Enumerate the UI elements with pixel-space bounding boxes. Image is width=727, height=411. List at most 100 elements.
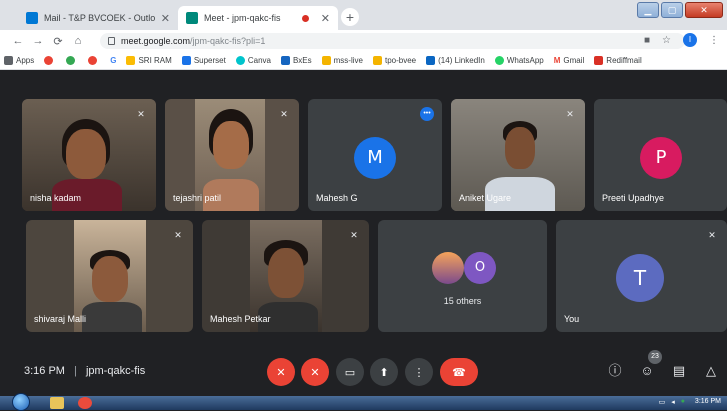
bookmark-whatsapp[interactable]: WhatsApp xyxy=(494,56,544,65)
whatsapp-icon xyxy=(494,56,504,65)
bookmark-label: (14) LinkedIn xyxy=(438,56,485,65)
others-tile[interactable]: O 15 others xyxy=(378,220,547,332)
bookmark-tpo-bvee[interactable]: tpo-bvee xyxy=(372,56,417,65)
grid-icon xyxy=(372,56,382,65)
new-tab-button[interactable]: + xyxy=(341,8,359,26)
bookmark-item[interactable] xyxy=(88,56,100,65)
address-bar[interactable]: meet.google.com /jpm-qakc-fis?pli=1 xyxy=(100,33,685,49)
mic-off-icon: ✕ xyxy=(280,109,288,119)
bookmark-bxes[interactable]: BxEs xyxy=(280,56,312,65)
bookmark-label: tpo-bvee xyxy=(384,56,417,65)
url-host: meet.google.com xyxy=(121,36,191,46)
canva-icon xyxy=(235,56,245,65)
separator: | xyxy=(74,365,77,377)
home-icon[interactable]: ⌂ xyxy=(68,35,88,47)
camera-off-icon: ✕ xyxy=(310,366,320,379)
captions-button[interactable]: ▭ xyxy=(336,358,364,386)
bookmark-sri-ram[interactable]: SRI RAM xyxy=(126,56,172,65)
mic-off-icon: ✕ xyxy=(174,230,182,240)
superset-icon xyxy=(181,56,191,65)
close-tab-icon[interactable]: ✕ xyxy=(321,12,330,25)
tab-meet[interactable]: Meet - jpm-qakc-fis ✕ xyxy=(178,6,338,30)
grid-icon xyxy=(321,56,331,65)
sri-ram-icon xyxy=(126,56,136,65)
chat-icon[interactable]: ▤ xyxy=(670,362,688,380)
camera-indicator-icon[interactable]: ■ xyxy=(644,35,650,46)
menu-icon[interactable]: ⋮ xyxy=(709,35,719,46)
participant-tile[interactable]: P Preeti Upadhye xyxy=(594,99,727,211)
speaking-indicator-icon: ••• xyxy=(420,107,434,121)
mic-toggle-button[interactable]: ✕ xyxy=(267,358,295,386)
meeting-code: jpm-qakc-fis xyxy=(85,365,146,377)
participant-tile[interactable]: ✕ tejashri patil xyxy=(165,99,299,211)
bookmark-star-icon[interactable]: ☆ xyxy=(662,35,671,46)
more-options-button[interactable]: ⋮ xyxy=(405,358,433,386)
minimize-button[interactable]: ▁ xyxy=(637,2,659,18)
bookmark-label: BxEs xyxy=(292,56,312,65)
start-button[interactable] xyxy=(12,393,30,411)
bookmark-item[interactable] xyxy=(66,56,78,65)
others-avatar: O xyxy=(464,252,496,284)
bookmark-apps[interactable]: Apps xyxy=(4,56,34,65)
info-icon[interactable]: ⓘ xyxy=(606,362,624,380)
leave-call-button[interactable]: ☎ xyxy=(440,358,478,386)
network-icon[interactable]: ▭ xyxy=(659,398,666,406)
os-taskbar: ▭ ◂ ● 3:16 PM xyxy=(0,393,727,411)
bookmark-gmail[interactable]: M Gmail xyxy=(554,56,585,65)
present-screen-icon: ⬆ xyxy=(379,366,389,379)
bookmark-icon xyxy=(88,56,98,65)
volume-icon[interactable]: ◂ xyxy=(671,398,675,406)
participant-body xyxy=(82,302,142,332)
explorer-taskbar-icon[interactable] xyxy=(50,397,64,409)
participant-tile[interactable]: ✕ Aniket Ugare xyxy=(451,99,585,211)
present-button[interactable]: ⬆ xyxy=(370,358,398,386)
participant-face xyxy=(92,256,128,302)
recording-dot-icon xyxy=(301,14,309,22)
participant-name: Mahesh Petkar xyxy=(210,314,271,324)
participant-name: nisha kadam xyxy=(30,193,82,203)
participant-tile[interactable]: ✕ Mahesh Petkar xyxy=(202,220,369,332)
bookmark-icon xyxy=(44,56,54,65)
meet-icon xyxy=(186,12,198,24)
reload-icon[interactable]: ⟳ xyxy=(48,35,68,48)
participant-tile[interactable]: M ••• Mahesh G xyxy=(308,99,442,211)
close-tab-icon[interactable]: ✕ xyxy=(161,12,170,25)
bookmark-rediffmail[interactable]: Rediffmail xyxy=(594,56,642,65)
close-window-button[interactable]: ✕ xyxy=(685,2,723,18)
participant-tile[interactable]: ✕ nisha kadam xyxy=(22,99,156,211)
participant-name: shivaraj Malli xyxy=(34,314,87,324)
activities-icon[interactable]: △ xyxy=(702,362,720,380)
forward-icon[interactable]: → xyxy=(28,35,48,47)
self-tile[interactable]: T ✕ You xyxy=(556,220,727,332)
bookmark-superset[interactable]: Superset xyxy=(181,56,226,65)
back-icon[interactable]: ← xyxy=(8,35,28,47)
participant-tile[interactable]: ✕ shivaraj Malli xyxy=(26,220,193,332)
participant-avatar: M xyxy=(354,137,396,179)
meeting-time: 3:16 PM xyxy=(24,365,65,377)
bookmarks-bar: Apps G SRI RAM Superset Canva BxEs mss-l… xyxy=(0,52,727,70)
bookmark-label: Rediffmail xyxy=(606,56,642,65)
tab-outlook[interactable]: Mail - T&P BVCOEK - Outlook ✕ xyxy=(18,6,178,30)
bookmark-google[interactable]: G xyxy=(110,56,116,65)
participant-face xyxy=(505,127,535,169)
participant-name: Preeti Upadhye xyxy=(602,193,665,203)
bookmark-mss-live[interactable]: mss-live xyxy=(321,56,363,65)
maximize-button[interactable]: ▢ xyxy=(661,2,683,18)
bookmark-canva[interactable]: Canva xyxy=(235,56,271,65)
taskbar-clock[interactable]: 3:16 PM xyxy=(695,398,721,405)
tray-app-icon[interactable]: ● xyxy=(681,398,685,406)
camera-toggle-button[interactable]: ✕ xyxy=(301,358,329,386)
participant-name: Aniket Ugare xyxy=(459,193,512,203)
window-controls: ▁ ▢ ✕ xyxy=(637,2,723,18)
hang-up-icon: ☎ xyxy=(452,366,466,379)
bookmark-item[interactable] xyxy=(44,56,56,65)
bookmark-linkedin[interactable]: (14) LinkedIn xyxy=(426,56,485,65)
mic-off-icon: ✕ xyxy=(137,109,145,119)
apps-grid-icon xyxy=(4,56,13,65)
people-icon[interactable]: ☺ xyxy=(638,362,656,380)
meet-control-bar: 3:16 PM | jpm-qakc-fis ✕ ✕ ▭ ⬆ ⋮ ☎ ⓘ 23 … xyxy=(0,340,727,396)
participant-name: You xyxy=(564,314,580,324)
chrome-taskbar-icon[interactable] xyxy=(78,397,92,409)
mic-off-icon: ✕ xyxy=(350,230,358,240)
profile-avatar[interactable]: I xyxy=(683,33,697,47)
